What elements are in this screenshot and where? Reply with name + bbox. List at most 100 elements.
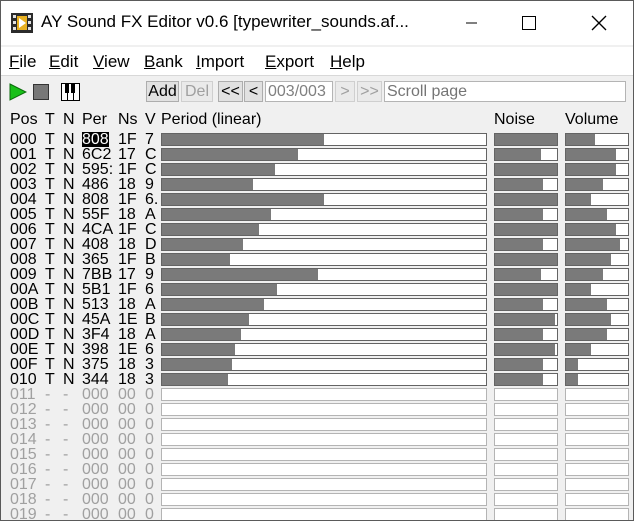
cell-ns[interactable]: 1E [118,312,138,328]
noise-bar[interactable] [494,403,558,416]
cell-n[interactable]: - [63,447,68,463]
cell-n[interactable]: N [63,312,75,328]
cell-t[interactable]: T [45,312,55,328]
cell-v[interactable]: D [145,237,157,253]
cell-v[interactable]: 0 [145,432,154,448]
cell-n[interactable]: N [63,162,75,178]
volume-bar[interactable] [565,328,629,341]
last-page-button[interactable]: >> [357,81,382,102]
cell-per[interactable]: 7BB [82,267,112,283]
close-button[interactable] [576,1,622,45]
cell-t[interactable]: T [45,162,55,178]
cell-per[interactable]: 55F [82,207,110,223]
cell-n[interactable]: N [63,297,75,313]
cell-n[interactable]: - [63,387,68,403]
cell-t[interactable]: T [45,222,55,238]
cell-n[interactable]: - [63,402,68,418]
cell-t[interactable]: - [45,447,50,463]
cell-t[interactable]: T [45,132,55,148]
period-bar[interactable] [161,223,487,236]
volume-bar[interactable] [565,163,629,176]
cell-pos[interactable]: 012 [10,402,37,418]
page-field[interactable]: 003/003 [265,81,333,102]
cell-pos[interactable]: 008 [10,252,37,268]
period-bar[interactable] [161,193,487,206]
cell-t[interactable]: T [45,177,55,193]
noise-bar[interactable] [494,268,558,281]
menu-bank[interactable]: Bank [144,52,183,72]
volume-bar[interactable] [565,283,629,296]
cell-pos[interactable]: 00F [10,357,38,373]
cell-v[interactable]: 0 [145,387,154,403]
period-bar[interactable] [161,208,487,221]
cell-n[interactable]: - [63,462,68,478]
cell-per[interactable]: 000 [82,507,109,521]
cell-per[interactable]: 000 [82,402,109,418]
volume-bar[interactable] [565,343,629,356]
noise-bar[interactable] [494,493,558,506]
cell-n[interactable]: N [63,192,75,208]
cell-v[interactable]: 0 [145,462,154,478]
cell-v[interactable]: A [145,327,156,343]
cell-t[interactable]: T [45,327,55,343]
period-bar[interactable] [161,433,487,446]
cell-pos[interactable]: 009 [10,267,37,283]
cell-v[interactable]: 0 [145,417,154,433]
cell-n[interactable]: N [63,327,75,343]
menu-help[interactable]: Help [330,52,365,72]
cell-v[interactable]: 6 [145,342,154,358]
menu-import[interactable]: Import [196,52,244,72]
noise-bar[interactable] [494,298,558,311]
cell-v[interactable]: 0 [145,492,154,508]
cell-t[interactable]: T [45,267,55,283]
cell-per[interactable]: 000 [82,462,109,478]
cell-n[interactable]: N [63,267,75,283]
noise-bar[interactable] [494,163,558,176]
cell-t[interactable]: T [45,192,55,208]
cell-per[interactable]: 5B1 [82,282,110,298]
cell-ns[interactable]: 00 [118,477,136,493]
noise-bar[interactable] [494,508,558,520]
cell-pos[interactable]: 006 [10,222,37,238]
noise-bar[interactable] [494,178,558,191]
cell-ns[interactable]: 1F [118,192,137,208]
menu-export[interactable]: Export [265,52,314,72]
cell-pos[interactable]: 001 [10,147,37,163]
cell-per[interactable]: 000 [82,447,109,463]
period-bar[interactable] [161,358,487,371]
cell-n[interactable]: - [63,507,68,521]
cell-n[interactable]: N [63,237,75,253]
volume-bar[interactable] [565,493,629,506]
cell-per[interactable]: 344 [82,372,109,388]
volume-bar[interactable] [565,358,629,371]
volume-bar[interactable] [565,403,629,416]
cell-t[interactable]: T [45,297,55,313]
cell-t[interactable]: T [45,147,55,163]
volume-bar[interactable] [565,508,629,520]
period-bar[interactable] [161,283,487,296]
cell-v[interactable]: A [145,207,156,223]
cell-v[interactable]: C [145,162,157,178]
cell-per[interactable]: 365 [82,252,109,268]
noise-bar[interactable] [494,238,558,251]
period-bar[interactable] [161,133,487,146]
cell-v[interactable]: A [145,297,156,313]
cell-pos[interactable]: 014 [10,432,37,448]
cell-t[interactable]: - [45,387,50,403]
cell-per[interactable]: 486 [82,177,109,193]
cell-v[interactable]: 3 [145,357,154,373]
cell-t[interactable]: - [45,507,50,521]
cell-t[interactable]: T [45,342,55,358]
cell-n[interactable]: N [63,222,75,238]
cell-ns[interactable]: 00 [118,492,136,508]
volume-bar[interactable] [565,223,629,236]
cell-pos[interactable]: 00E [10,342,38,358]
cell-v[interactable]: 7 [145,132,154,148]
cell-v[interactable]: 0 [145,447,154,463]
cell-pos[interactable]: 017 [10,477,37,493]
cell-per[interactable]: 375 [82,357,109,373]
period-bar[interactable] [161,463,487,476]
cell-t[interactable]: T [45,252,55,268]
cell-ns[interactable]: 18 [118,237,136,253]
cell-ns[interactable]: 00 [118,402,136,418]
